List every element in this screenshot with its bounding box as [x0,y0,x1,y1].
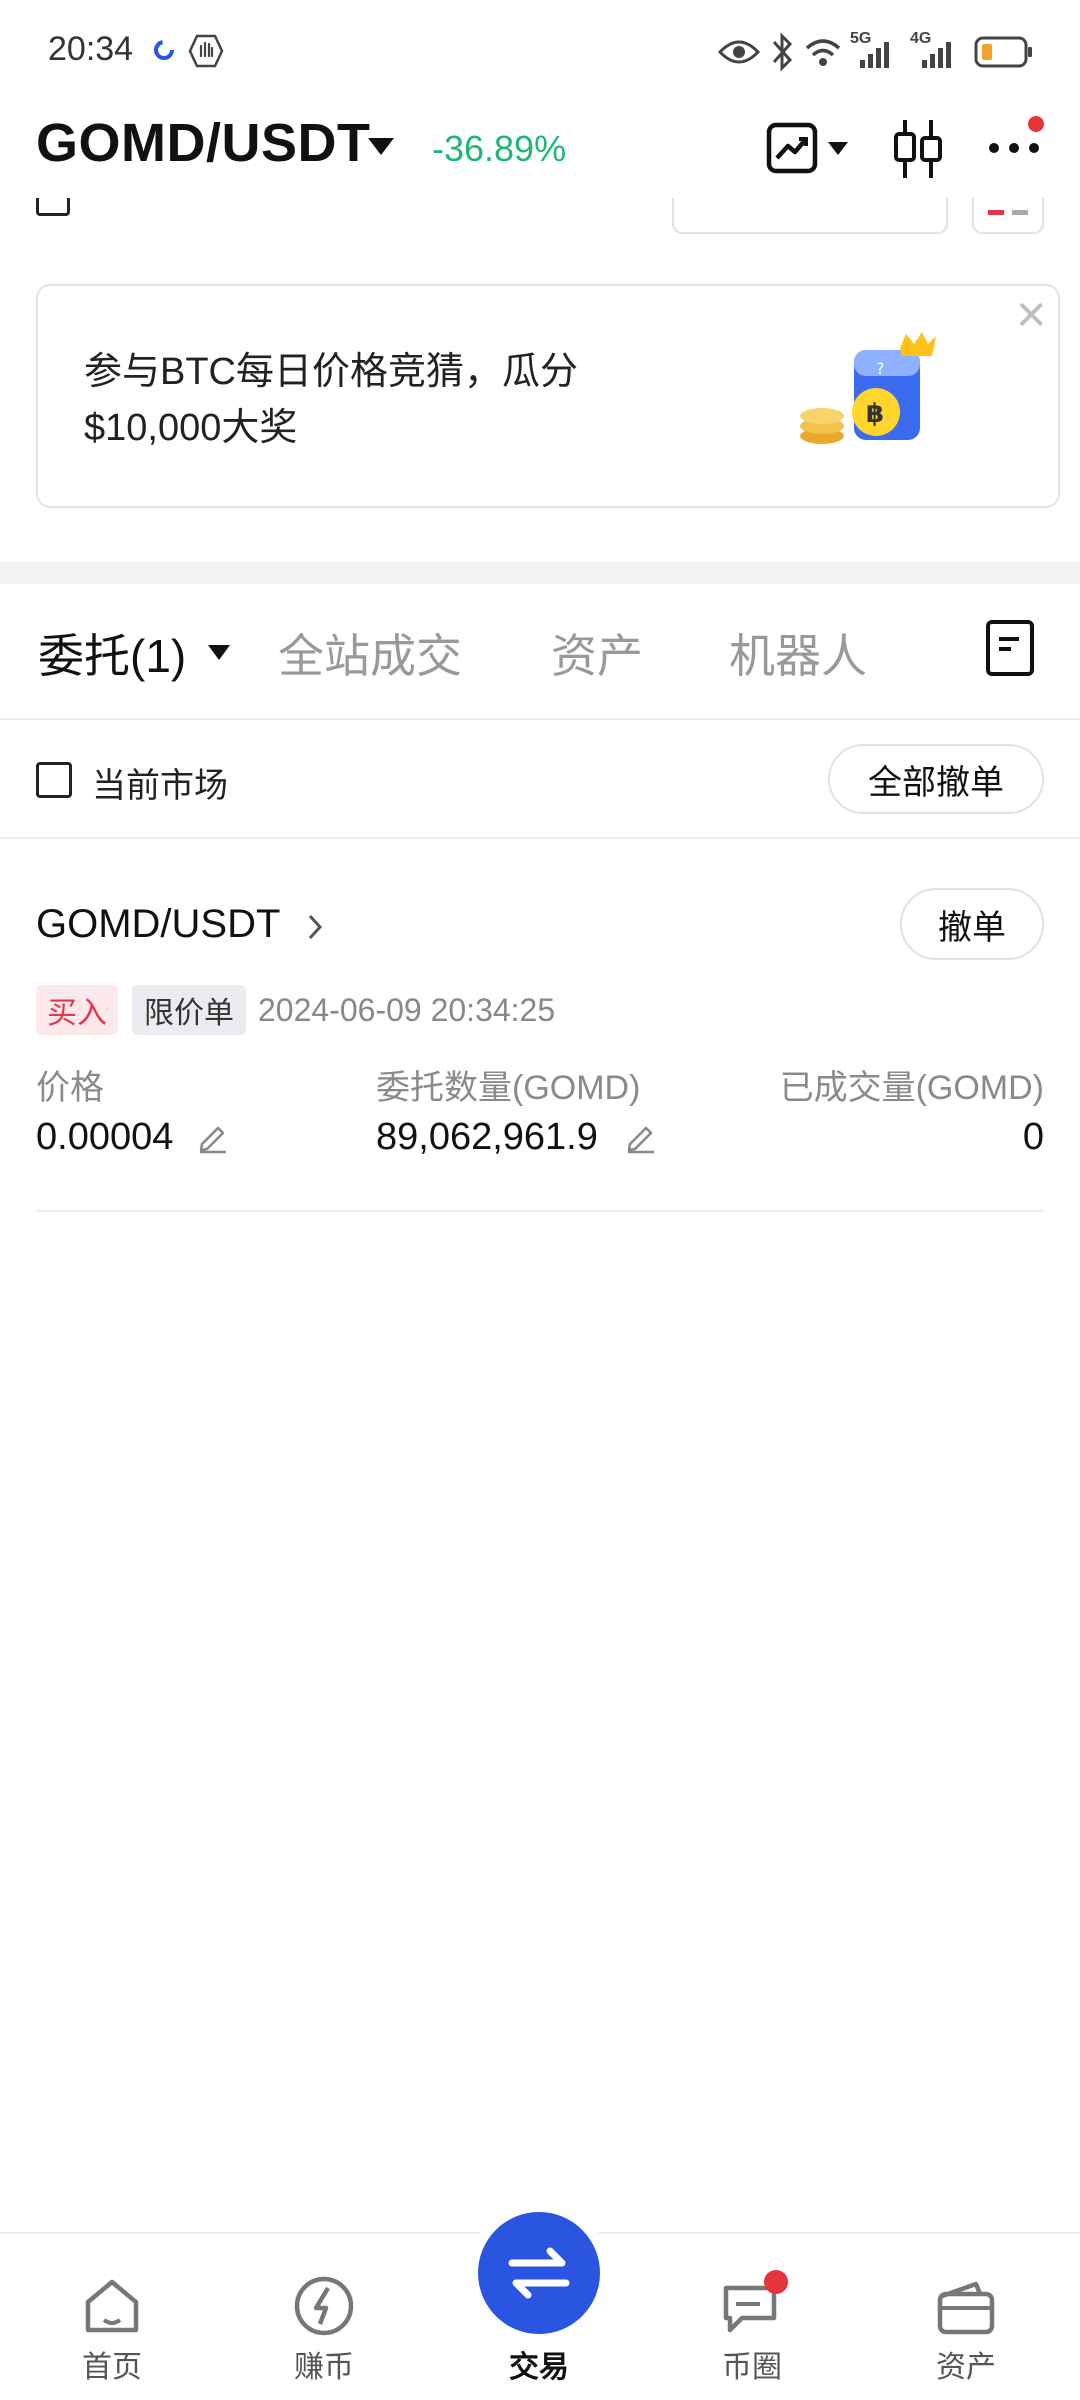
divider [36,1210,1044,1212]
order-history-icon[interactable] [986,620,1034,676]
quantity-label: 委托数量(GOMD) [376,1069,641,1107]
divider [0,718,1080,720]
current-market-label: 当前市场 [92,767,228,805]
battery-icon [974,36,1032,68]
filled-value: 0 [1022,1116,1044,1158]
caret-down-icon[interactable] [208,645,230,660]
trade-button[interactable] [478,2212,600,2334]
notification-dot [764,2270,788,2294]
svg-text:?: ? [876,359,885,378]
svg-text:฿: ฿ [866,399,884,429]
price-value: 0.00004 [36,1116,174,1158]
current-market-checkbox[interactable] [36,762,72,798]
tab-market-trades[interactable]: 全站成交 [278,620,462,686]
candlestick-icon[interactable] [890,118,946,180]
chevron-right-icon[interactable] [306,912,324,942]
promo-banner-text: 参与BTC每日价格竞猜，瓜分$10,000大奖 [84,351,579,449]
eye-icon [718,40,760,64]
nav-earn-label[interactable]: 赚币 [254,2342,394,2386]
quantity-value: 89,062,961.9 [376,1116,598,1158]
home-icon[interactable] [82,2278,142,2336]
input-box-edge[interactable] [672,198,948,234]
order-type-badge: 限价单 [132,985,246,1035]
price-label: 价格 [36,1069,104,1107]
cancel-all-button[interactable]: 全部撤单 [828,744,1044,814]
notification-dot [1028,116,1044,132]
bluetooth-icon [772,32,793,72]
order-pair-link[interactable]: GOMD/USDT [36,902,280,947]
prize-illustration-icon: ? ฿ [800,332,936,444]
legend-swatch [972,198,1044,234]
cancel-order-button[interactable]: 撤单 [900,888,1044,960]
chart-type-icon[interactable] [766,122,818,174]
price-change: -36.89% [432,128,567,169]
signal-icon [922,42,951,68]
earn-icon[interactable] [292,2274,356,2338]
edit-price-icon[interactable] [196,1120,230,1154]
promo-banner[interactable]: 参与BTC每日价格竞猜，瓜分$10,000大奖 ✕ ? ฿ [36,284,1060,508]
nav-trade-label[interactable]: 交易 [469,2342,609,2386]
tab-bots[interactable]: 机器人 [729,620,867,686]
nav-home-label[interactable]: 首页 [42,2342,182,2386]
signal-icon [860,42,889,68]
order-side-badge: 买入 [36,985,118,1035]
tab-open-orders[interactable]: 委托(1) [38,620,186,686]
wifi-icon [805,39,841,66]
edit-quantity-icon[interactable] [624,1120,658,1154]
nav-assets-label[interactable]: 资产 [896,2342,1036,2386]
close-icon[interactable]: ✕ [1014,296,1048,336]
status-time: 20:34 [48,30,134,68]
wallet-icon[interactable] [936,2280,996,2336]
filled-label: 已成交量(GOMD) [779,1069,1044,1107]
trade-icon [508,2247,570,2299]
order-time: 2024-06-09 20:34:25 [258,992,556,1028]
scrolled-options-row [0,198,1080,238]
hand-icon [188,34,224,68]
more-icon[interactable] [986,138,1042,158]
divider [0,837,1080,839]
pair-selector[interactable]: GOMD/USDT [36,112,371,174]
tab-assets[interactable]: 资产 [551,620,643,686]
pair-dropdown-icon[interactable] [368,138,394,155]
chevron-down-icon[interactable] [828,142,848,156]
advanced-options-checkbox[interactable] [36,198,70,216]
section-separator [0,562,1080,584]
nav-community-label[interactable]: 币圈 [682,2342,822,2386]
sync-icon [154,40,174,60]
